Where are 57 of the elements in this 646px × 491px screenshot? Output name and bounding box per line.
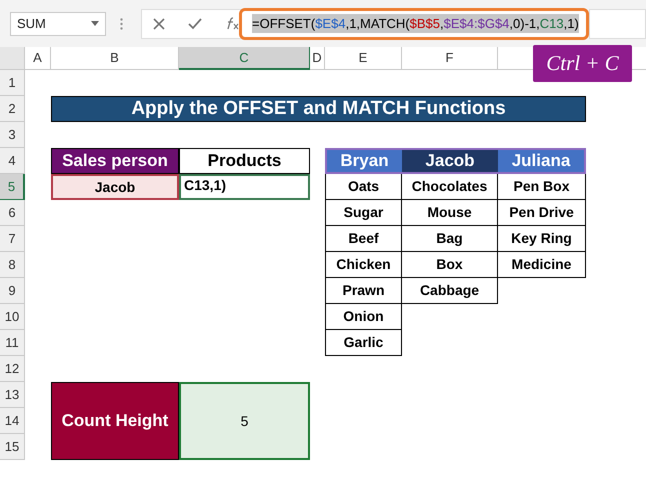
table-cell: Bag xyxy=(402,226,498,252)
column-heading: Sales person xyxy=(51,148,179,174)
table-cell: Prawn xyxy=(325,278,402,304)
table-cell: Oats xyxy=(325,174,402,200)
table-cell: Box xyxy=(402,252,498,278)
row-header[interactable]: 6 xyxy=(0,200,25,226)
row-header[interactable]: 7 xyxy=(0,226,25,252)
name-box-text: SUM xyxy=(17,14,46,33)
row-header[interactable]: 9 xyxy=(0,278,25,304)
column-heading: Bryan xyxy=(325,148,402,174)
row-header[interactable]: 12 xyxy=(0,356,25,382)
function-icon[interactable] xyxy=(224,17,239,30)
table-cell: Chicken xyxy=(325,252,402,278)
row-header[interactable]: 2 xyxy=(0,96,25,122)
table-cell: Onion xyxy=(325,304,402,330)
table-cell: Beef xyxy=(325,226,402,252)
column-header[interactable]: E xyxy=(325,47,402,70)
name-box[interactable]: SUM xyxy=(10,12,106,36)
row-header[interactable]: 14 xyxy=(0,408,25,434)
table-cell: Pen Box xyxy=(498,174,586,200)
dropdown-icon xyxy=(91,21,99,26)
row-header[interactable]: 11 xyxy=(0,330,25,356)
column-header[interactable]: B xyxy=(51,47,179,70)
row-heading: Count Height xyxy=(51,382,179,460)
row-header[interactable]: 8 xyxy=(0,252,25,278)
table-cell: Cabbage xyxy=(402,278,498,304)
row-header[interactable]: 4 xyxy=(0,148,25,174)
table-cell: Jacob xyxy=(51,174,179,200)
row-header[interactable]: 1 xyxy=(0,70,25,96)
check-icon[interactable] xyxy=(188,18,202,30)
table-cell: Pen Drive xyxy=(498,200,586,226)
row-header[interactable]: 13 xyxy=(0,382,25,408)
table-cell: Chocolates xyxy=(402,174,498,200)
table-cell: Garlic xyxy=(325,330,402,356)
column-heading: Juliana xyxy=(498,148,586,174)
table-cell: Sugar xyxy=(325,200,402,226)
column-heading: Products xyxy=(179,148,310,174)
table-cell: Mouse xyxy=(402,200,498,226)
title-banner: Apply the OFFSET and MATCH Functions xyxy=(51,96,586,122)
table-cell: 5 xyxy=(179,382,310,460)
column-header[interactable]: A xyxy=(25,47,51,70)
table-cell: Key Ring xyxy=(498,226,586,252)
column-heading: Jacob xyxy=(402,148,498,174)
row-header[interactable]: 10 xyxy=(0,304,25,330)
column-header[interactable]: F xyxy=(402,47,498,70)
row-header[interactable]: 5 xyxy=(0,174,25,200)
shortcut-badge: Ctrl + C xyxy=(533,45,632,82)
formula-text: =OFFSET($E$4,1,MATCH($B$5,$E$4:$G$4,0)-1,C13,1) xyxy=(252,14,579,34)
table-cell: C13,1) xyxy=(179,174,310,200)
column-header[interactable]: D xyxy=(310,47,325,70)
more-icon xyxy=(120,18,123,30)
close-icon[interactable] xyxy=(153,18,166,30)
column-header[interactable]: C xyxy=(179,47,310,70)
table-cell: Medicine xyxy=(498,252,586,278)
formula-field[interactable]: =OFFSET($E$4,1,MATCH($B$5,$E$4:$G$4,0)-1,C13,1) xyxy=(239,8,589,40)
row-header[interactable]: 15 xyxy=(0,434,25,460)
row-header[interactable]: 3 xyxy=(0,122,25,148)
